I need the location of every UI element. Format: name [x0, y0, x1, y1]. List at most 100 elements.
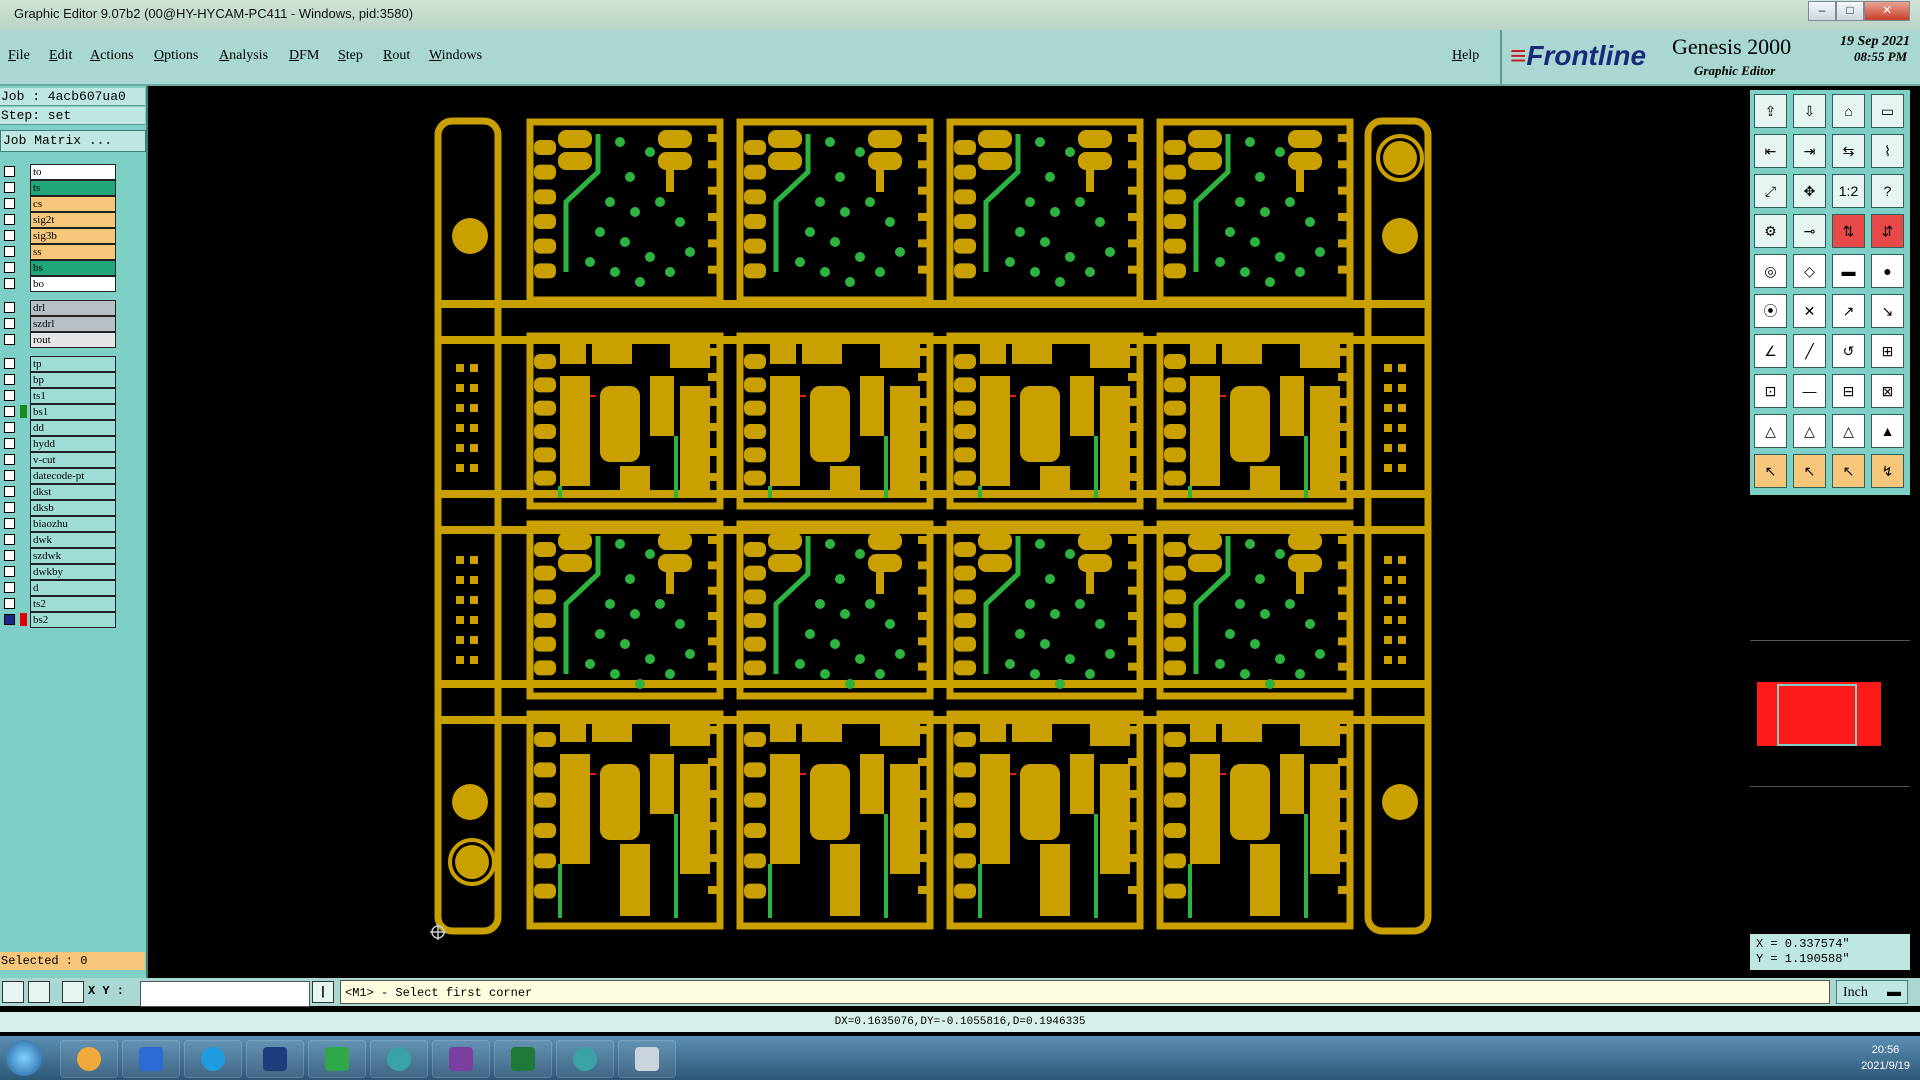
layer-checkbox[interactable]	[4, 390, 15, 401]
layer-checkbox[interactable]	[4, 278, 15, 289]
layer-row-ts2[interactable]: ts2	[2, 595, 116, 612]
taskbar-app-1[interactable]	[60, 1040, 118, 1078]
layer-checkbox[interactable]	[4, 470, 15, 481]
layer-checkbox[interactable]	[4, 374, 15, 385]
menu-step[interactable]: Step	[338, 48, 363, 64]
node-icon[interactable]: ↗	[1832, 294, 1865, 328]
layer-row-dwkby[interactable]: dwkby	[2, 563, 116, 580]
layer-name[interactable]: bs2	[30, 611, 116, 628]
layer-name[interactable]: tp	[30, 355, 116, 372]
query-icon[interactable]: ?	[1871, 174, 1904, 208]
layer-row-dksb[interactable]: dksb	[2, 499, 116, 516]
layer-name[interactable]: szdwk	[30, 547, 116, 564]
layer-checkbox[interactable]	[4, 198, 15, 209]
triangle-filled-icon[interactable]: ▲	[1871, 414, 1904, 448]
minimize-button[interactable]: –	[1808, 1, 1836, 21]
layer-row-d[interactable]: d	[2, 579, 116, 596]
layer-row-szdwk[interactable]: szdwk	[2, 547, 116, 564]
layer-checkbox[interactable]	[4, 182, 15, 193]
layer-name[interactable]: rout	[30, 331, 116, 348]
layer-name[interactable]: dwk	[30, 531, 116, 548]
layer-name[interactable]: dwkby	[30, 563, 116, 580]
layer-row-dkst[interactable]: dkst	[2, 483, 116, 500]
layer-checkbox[interactable]	[4, 566, 15, 577]
layer-row-v-cut[interactable]: v-cut	[2, 451, 116, 468]
close-button[interactable]: ✕	[1864, 1, 1910, 21]
horizontal-line-icon[interactable]: —	[1793, 374, 1826, 408]
layer-row-drl[interactable]: drl	[2, 299, 116, 316]
layer-name[interactable]: ss	[30, 243, 116, 260]
layer-checkbox[interactable]	[4, 486, 15, 497]
overview-map[interactable]	[1750, 641, 1910, 786]
arrow-node-icon[interactable]: ↘	[1871, 294, 1904, 328]
menu-actions[interactable]: Actions	[90, 48, 134, 64]
system-clock[interactable]: 20:56 2021/9/19	[1861, 1042, 1910, 1074]
pad-icon[interactable]: ◎	[1754, 254, 1787, 288]
shape-icon[interactable]: ◇	[1793, 254, 1826, 288]
layer-row-hydd[interactable]: hydd	[2, 435, 116, 452]
layer-name[interactable]: ts2	[30, 595, 116, 612]
pcb-panel-view[interactable]	[148, 86, 1748, 978]
taskbar-app-4[interactable]	[246, 1040, 304, 1078]
text-icon[interactable]: ⊞	[1871, 334, 1904, 368]
grid-icon[interactable]	[62, 981, 84, 1003]
layer-name[interactable]: sig2t	[30, 211, 116, 228]
layer-name[interactable]: biaozhu	[30, 515, 116, 532]
layer-name[interactable]: ts1	[30, 387, 116, 404]
ratio-icon[interactable]: 1:2	[1832, 174, 1865, 208]
measure-icon[interactable]	[28, 981, 50, 1003]
layer-checkbox[interactable]	[4, 214, 15, 225]
menu-options[interactable]: Options	[154, 48, 198, 64]
layer-checkbox[interactable]	[4, 230, 15, 241]
layer-checkbox[interactable]	[4, 534, 15, 545]
settings-icon[interactable]: ⚙	[1754, 214, 1787, 248]
layer-row-ts[interactable]: ts	[2, 179, 116, 196]
layer-checkbox[interactable]	[4, 358, 15, 369]
menu-analysis[interactable]: Analysis	[219, 48, 268, 64]
menu-dfm[interactable]: DFM	[289, 48, 319, 64]
triangle-up-icon[interactable]: △	[1793, 414, 1826, 448]
layer-swap-icon[interactable]: ⇅	[1832, 214, 1865, 248]
layer-row-sig3b[interactable]: sig3b	[2, 227, 116, 244]
layer-checkbox[interactable]	[4, 598, 15, 609]
layer-name[interactable]: bp	[30, 371, 116, 388]
layer-checkbox[interactable]	[4, 502, 15, 513]
pointer-route-icon[interactable]: ↯	[1871, 454, 1904, 488]
layer-row-cs[interactable]: cs	[2, 195, 116, 212]
layer-row-rout[interactable]: rout	[2, 331, 116, 348]
menu-rout[interactable]: Rout	[383, 48, 410, 64]
window-icon[interactable]: ▭	[1871, 94, 1904, 128]
layer-checkbox[interactable]	[4, 262, 15, 273]
probe-icon[interactable]: ⊸	[1793, 214, 1826, 248]
pointer-icon[interactable]: ↖	[1754, 454, 1787, 488]
layer-row-tp[interactable]: tp	[2, 355, 116, 372]
select-rect-icon[interactable]: ⊡	[1754, 374, 1787, 408]
graphic-canvas[interactable]	[148, 86, 1748, 978]
layer-name[interactable]: cs	[30, 195, 116, 212]
layer-name[interactable]: datecode-pt	[30, 467, 116, 484]
layer-checkbox[interactable]	[4, 550, 15, 561]
taskbar-app-9[interactable]	[556, 1040, 614, 1078]
step-icon[interactable]: ⌇	[1871, 134, 1904, 168]
layer-row-bs2[interactable]: bs2	[2, 611, 116, 628]
layer-name[interactable]: dksb	[30, 499, 116, 516]
input-mode-icon[interactable]: |	[312, 981, 334, 1003]
layer-compare-icon[interactable]: ⇵	[1871, 214, 1904, 248]
layer-row-dwk[interactable]: dwk	[2, 531, 116, 548]
layer-name[interactable]: d	[30, 579, 116, 596]
layer-row-dd[interactable]: dd	[2, 419, 116, 436]
taskbar-app-6[interactable]	[370, 1040, 428, 1078]
layer-name[interactable]: bo	[30, 275, 116, 292]
layer-checkbox[interactable]	[4, 518, 15, 529]
taskbar-app-2[interactable]	[122, 1040, 180, 1078]
layer-checkbox[interactable]	[4, 614, 15, 625]
layer-name[interactable]: sig3b	[30, 227, 116, 244]
cross-icon[interactable]: ✕	[1793, 294, 1826, 328]
zoom-fit-icon[interactable]: ⤢	[1754, 174, 1787, 208]
layer-row-bp[interactable]: bp	[2, 371, 116, 388]
zoom-center-icon[interactable]: ✥	[1793, 174, 1826, 208]
layer-checkbox[interactable]	[4, 334, 15, 345]
circle-pad-icon[interactable]: ●	[1871, 254, 1904, 288]
job-matrix-button[interactable]: Job Matrix ...	[0, 130, 146, 152]
angle-icon[interactable]: ∠	[1754, 334, 1787, 368]
